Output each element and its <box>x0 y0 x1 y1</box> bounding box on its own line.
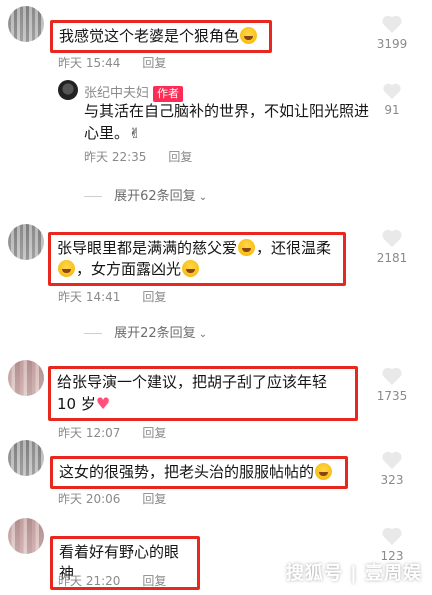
chevron-down-icon: ⌄ <box>198 192 208 203</box>
timestamp: 昨天 15:44 <box>58 56 121 70</box>
reply-button[interactable]: 回复 <box>168 150 192 164</box>
laughing-emoji-icon <box>58 260 75 277</box>
avatar[interactable] <box>8 224 44 260</box>
expand-replies-button[interactable]: 展开22条回复 ⌄ <box>84 322 207 341</box>
comment-meta: 昨天 15:44 回复 <box>58 54 166 71</box>
like-button[interactable]: 123 <box>370 526 414 563</box>
heart-icon <box>382 15 402 34</box>
like-count: 1735 <box>376 389 408 403</box>
timestamp: 昨天 14:41 <box>58 290 121 304</box>
reply-button[interactable]: 回复 <box>142 426 166 440</box>
like-button[interactable]: 1735 <box>370 366 414 403</box>
avatar[interactable] <box>8 6 44 42</box>
author-reply-text: 与其活在自己脑补的世界，不如让阳光照进心里。✌ <box>84 102 370 142</box>
author-reply-meta: 昨天 22:35 回复 <box>84 148 192 165</box>
laughing-emoji-icon <box>315 463 333 480</box>
like-button[interactable]: 91 <box>370 82 414 117</box>
author-avatar[interactable] <box>58 80 78 100</box>
chevron-down-icon: ⌄ <box>198 329 208 340</box>
comment-text-box: 给张导演一个建议，把胡子刮了应该年轻 10 岁♥ <box>48 366 358 421</box>
expand-replies-button[interactable]: 展开62条回复 ⌄ <box>84 185 207 204</box>
heart-icon <box>382 451 402 470</box>
comment-meta: 昨天 21:20 回复 <box>58 572 166 589</box>
timestamp: 昨天 22:35 <box>84 150 147 164</box>
laughing-emoji-icon <box>182 260 200 277</box>
comment-meta: 昨天 12:07 回复 <box>58 424 166 441</box>
like-button[interactable]: 3199 <box>370 14 414 51</box>
comment-text-box: 这女的很强势，把老头治的服服帖帖的 <box>50 456 348 489</box>
comment-text-box: 张导眼里都是满满的慈父爱 ，还很温柔 ，女方面露凶光 <box>48 232 346 286</box>
author-name[interactable]: 张纪中夫妇 <box>84 86 149 101</box>
like-count: 2181 <box>376 251 408 265</box>
like-button[interactable]: 323 <box>370 450 414 487</box>
like-button[interactable]: 2181 <box>370 228 414 265</box>
avatar[interactable] <box>8 360 44 396</box>
heart-icon <box>383 83 401 100</box>
timestamp: 昨天 21:20 <box>58 574 121 588</box>
comment-text: 我感觉这个老婆是个狠角色 <box>59 27 240 45</box>
comment-meta: 昨天 14:41 回复 <box>58 288 166 305</box>
reply-button[interactable]: 回复 <box>142 290 166 304</box>
comment-text: 这女的很强势，把老头治的服服帖帖的 <box>59 463 315 481</box>
timestamp: 昨天 20:06 <box>58 492 121 506</box>
laughing-emoji-icon <box>238 239 256 256</box>
reply-button[interactable]: 回复 <box>142 492 166 506</box>
pink-heart-icon: ♥ <box>95 394 111 413</box>
heart-icon <box>382 229 402 248</box>
reply-button[interactable]: 回复 <box>142 574 166 588</box>
timestamp: 昨天 12:07 <box>58 426 121 440</box>
heart-icon <box>382 367 402 386</box>
watermark: 搜狐号 | 壹周娱 <box>285 563 422 584</box>
like-count: 3199 <box>376 37 408 51</box>
heart-icon <box>382 527 402 546</box>
comment-text: 张导眼里都是满满的慈父爱 <box>57 239 238 257</box>
comment-meta: 昨天 20:06 回复 <box>58 490 166 507</box>
laughing-emoji-icon <box>240 27 258 44</box>
comment-text-box: 我感觉这个老婆是个狠角色 <box>50 20 272 53</box>
avatar[interactable] <box>8 518 44 554</box>
hand-emoji-icon: ✌ <box>129 126 141 142</box>
like-count: 323 <box>380 473 404 487</box>
avatar[interactable] <box>8 440 44 476</box>
reply-button[interactable]: 回复 <box>142 56 166 70</box>
author-name-row: 张纪中夫妇 作者 <box>84 82 184 102</box>
like-count: 91 <box>384 103 400 117</box>
